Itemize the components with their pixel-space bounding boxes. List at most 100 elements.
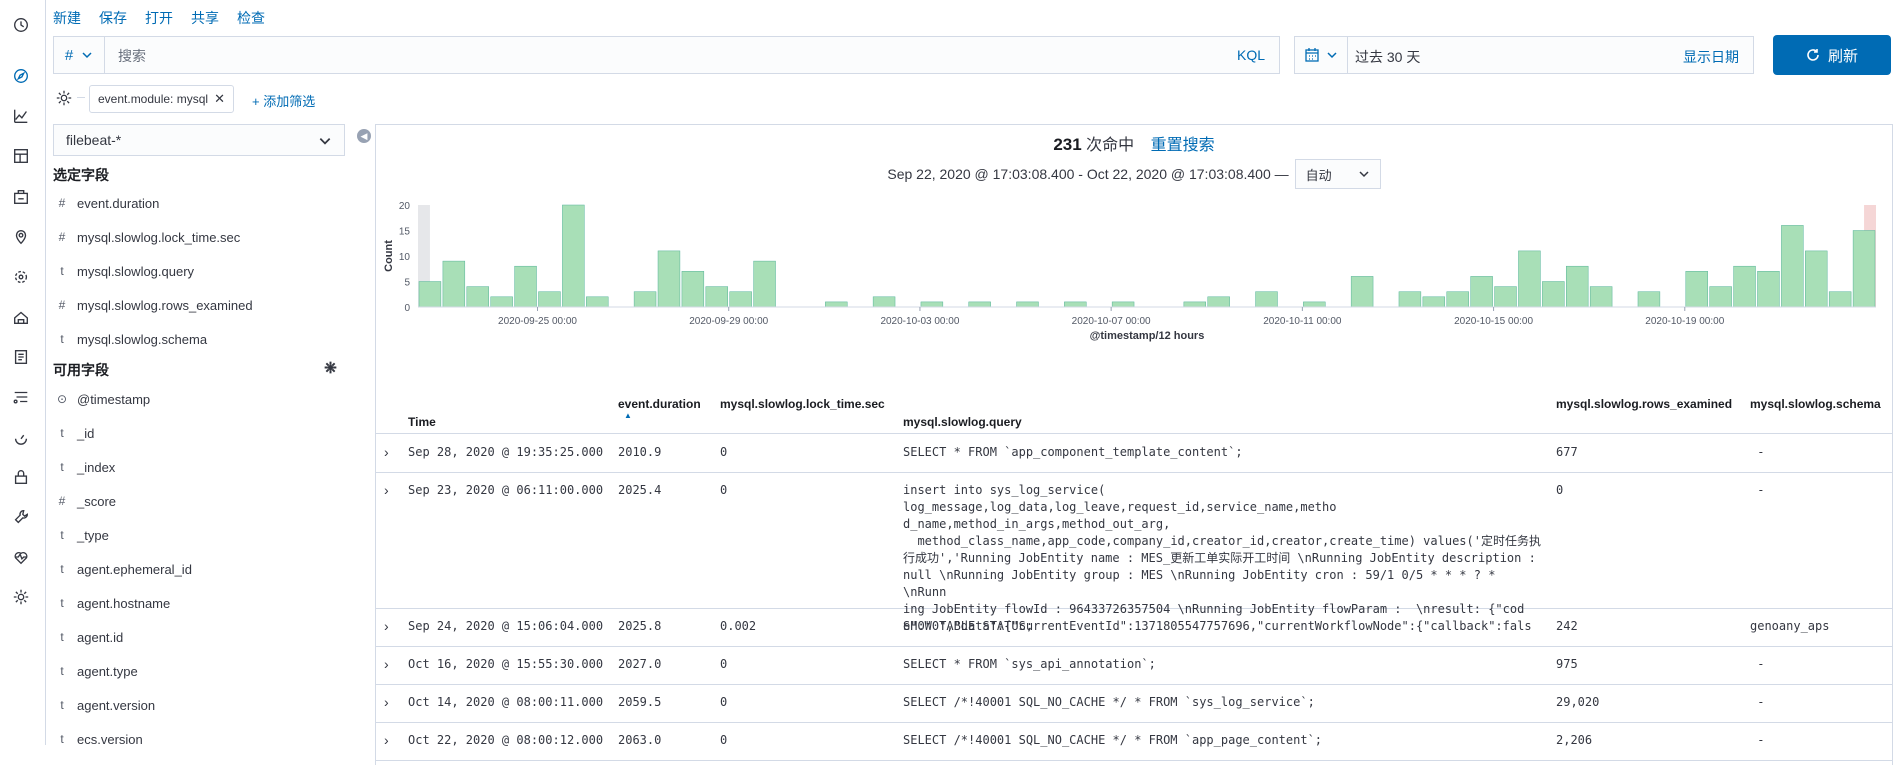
histogram-bar[interactable] xyxy=(418,281,442,308)
histogram-bar[interactable] xyxy=(681,271,705,308)
expand-row-icon[interactable]: › xyxy=(384,482,389,498)
expand-row-icon[interactable]: › xyxy=(384,618,389,634)
histogram-bar[interactable] xyxy=(1470,276,1493,308)
table-row[interactable]: › Sep 28, 2020 @ 19:35:25.000 2010.9 0 SELEC… xyxy=(376,434,1892,473)
uptime-icon[interactable] xyxy=(10,426,32,448)
apm-icon[interactable] xyxy=(10,386,32,408)
histogram-bar[interactable] xyxy=(1016,301,1039,308)
field-item[interactable]: # event.duration xyxy=(53,192,343,214)
dashboard-icon[interactable] xyxy=(10,145,32,167)
gear-icon[interactable] xyxy=(324,361,338,375)
field-item[interactable]: t agent.type xyxy=(53,660,343,682)
sort-asc-icon[interactable]: ▲ xyxy=(624,411,632,420)
expand-row-icon[interactable]: › xyxy=(384,444,389,460)
add-filter-link[interactable]: + 添加筛选 xyxy=(252,91,315,110)
histogram-bar[interactable] xyxy=(514,265,537,308)
siem-icon[interactable] xyxy=(10,466,32,488)
histogram-bar[interactable] xyxy=(729,291,752,308)
field-item[interactable]: t agent.version xyxy=(53,694,343,716)
ml-icon[interactable] xyxy=(10,266,32,288)
histogram-bar[interactable] xyxy=(490,296,513,308)
col-time[interactable]: Time xyxy=(408,415,436,429)
interval-select[interactable]: 自动 xyxy=(1294,159,1381,189)
table-row[interactable]: › Oct 14, 2020 @ 08:00:11.000 2059.5 0 SELEC… xyxy=(376,684,1892,723)
histogram-bar[interactable] xyxy=(825,301,848,308)
maps-icon[interactable] xyxy=(10,226,32,248)
histogram-bar[interactable] xyxy=(1494,286,1517,308)
expand-row-icon[interactable]: › xyxy=(384,656,389,672)
compass-icon[interactable] xyxy=(10,65,32,87)
histogram-bar[interactable] xyxy=(1303,301,1326,308)
close-icon[interactable]: ✕ xyxy=(214,91,225,107)
field-item[interactable]: ⊙ @timestamp xyxy=(53,388,343,410)
dev-tools-icon[interactable] xyxy=(10,506,32,528)
col-lock-time[interactable]: mysql.slowlog.lock_time.sec xyxy=(720,397,885,411)
field-item[interactable]: t ecs.version xyxy=(53,728,343,750)
expand-row-icon[interactable]: › xyxy=(384,732,389,748)
histogram-bar[interactable] xyxy=(1518,250,1541,308)
filter-settings-icon[interactable] xyxy=(55,89,75,109)
histogram-bar[interactable] xyxy=(1207,296,1230,308)
histogram-bar[interactable] xyxy=(1350,276,1374,308)
search-input[interactable] xyxy=(116,37,1150,75)
histogram-bar[interactable] xyxy=(753,260,776,308)
kql-toggle[interactable]: KQL xyxy=(1237,47,1265,63)
save-link[interactable]: 保存 xyxy=(99,8,127,28)
histogram-bar[interactable] xyxy=(586,296,609,308)
show-dates-link[interactable]: 显示日期 xyxy=(1683,47,1739,67)
histogram-bar[interactable] xyxy=(1111,301,1135,308)
new-link[interactable]: 新建 xyxy=(53,8,81,28)
histogram-bar[interactable] xyxy=(1781,225,1804,308)
logs-icon[interactable] xyxy=(10,346,32,368)
col-event-duration[interactable]: event.duration xyxy=(618,397,701,411)
histogram-bar[interactable] xyxy=(1637,291,1661,308)
histogram-bar[interactable] xyxy=(1064,301,1087,308)
query-options-button[interactable]: # xyxy=(54,37,105,73)
histogram-bar[interactable] xyxy=(1255,291,1278,308)
share-link[interactable]: 共享 xyxy=(191,8,219,28)
col-query[interactable]: mysql.slowlog.query xyxy=(903,415,1022,429)
histogram-bar[interactable] xyxy=(705,286,728,308)
monitoring-icon[interactable] xyxy=(10,546,32,568)
field-item[interactable]: t mysql.slowlog.schema xyxy=(53,328,343,350)
histogram-bar[interactable] xyxy=(872,296,896,308)
field-item[interactable]: t agent.id xyxy=(53,626,343,648)
histogram-bar[interactable] xyxy=(466,286,489,308)
canvas-icon[interactable] xyxy=(10,186,32,208)
field-item[interactable]: t _id xyxy=(53,422,343,444)
clock-icon[interactable] xyxy=(10,14,32,36)
histogram-bar[interactable] xyxy=(442,260,466,308)
field-item[interactable]: # _score xyxy=(53,490,343,512)
histogram-bar[interactable] xyxy=(1852,230,1876,308)
histogram-bar[interactable] xyxy=(1757,271,1780,308)
col-rows-examined[interactable]: mysql.slowlog.rows_examined xyxy=(1556,397,1732,411)
table-row[interactable]: › Oct 22, 2020 @ 08:00:12.000 2063.0 0 SELEC… xyxy=(376,722,1892,761)
histogram-bar[interactable] xyxy=(1566,265,1589,308)
col-schema[interactable]: mysql.slowlog.schema xyxy=(1750,397,1881,411)
histogram-bar[interactable] xyxy=(538,291,561,308)
histogram-bar[interactable] xyxy=(1589,286,1613,308)
visualize-icon[interactable] xyxy=(10,105,32,127)
histogram-bar[interactable] xyxy=(1805,250,1828,308)
histogram-bar[interactable] xyxy=(562,204,585,308)
histogram-bar[interactable] xyxy=(1685,271,1708,308)
field-item[interactable]: t agent.ephemeral_id xyxy=(53,558,343,580)
inspect-link[interactable]: 检查 xyxy=(237,8,265,28)
table-row[interactable]: › Sep 23, 2020 @ 06:11:00.000 2025.4 0 inser… xyxy=(376,472,1892,633)
refresh-button[interactable]: 刷新 xyxy=(1773,35,1891,75)
histogram-bar[interactable] xyxy=(1398,291,1422,308)
field-item[interactable]: t mysql.slowlog.query xyxy=(53,260,343,282)
histogram-bar[interactable] xyxy=(633,291,657,308)
field-item[interactable]: # mysql.slowlog.rows_examined xyxy=(53,294,343,316)
infrastructure-icon[interactable] xyxy=(10,306,32,328)
table-row[interactable]: › Sep 24, 2020 @ 15:06:04.000 2025.8 0.002 S… xyxy=(376,608,1892,647)
histogram-bar[interactable] xyxy=(1709,286,1732,308)
field-item[interactable]: t _index xyxy=(53,456,343,478)
filter-pill[interactable]: event.module: mysql ✕ xyxy=(89,85,234,113)
collapse-sidebar-icon[interactable]: ◀ xyxy=(357,129,371,143)
reset-search-link[interactable]: 重置搜索 xyxy=(1151,137,1215,154)
index-pattern-select[interactable]: filebeat-* xyxy=(53,124,345,156)
management-icon[interactable] xyxy=(10,586,32,608)
histogram-bar[interactable] xyxy=(1733,265,1756,308)
histogram-bar[interactable] xyxy=(968,301,991,308)
